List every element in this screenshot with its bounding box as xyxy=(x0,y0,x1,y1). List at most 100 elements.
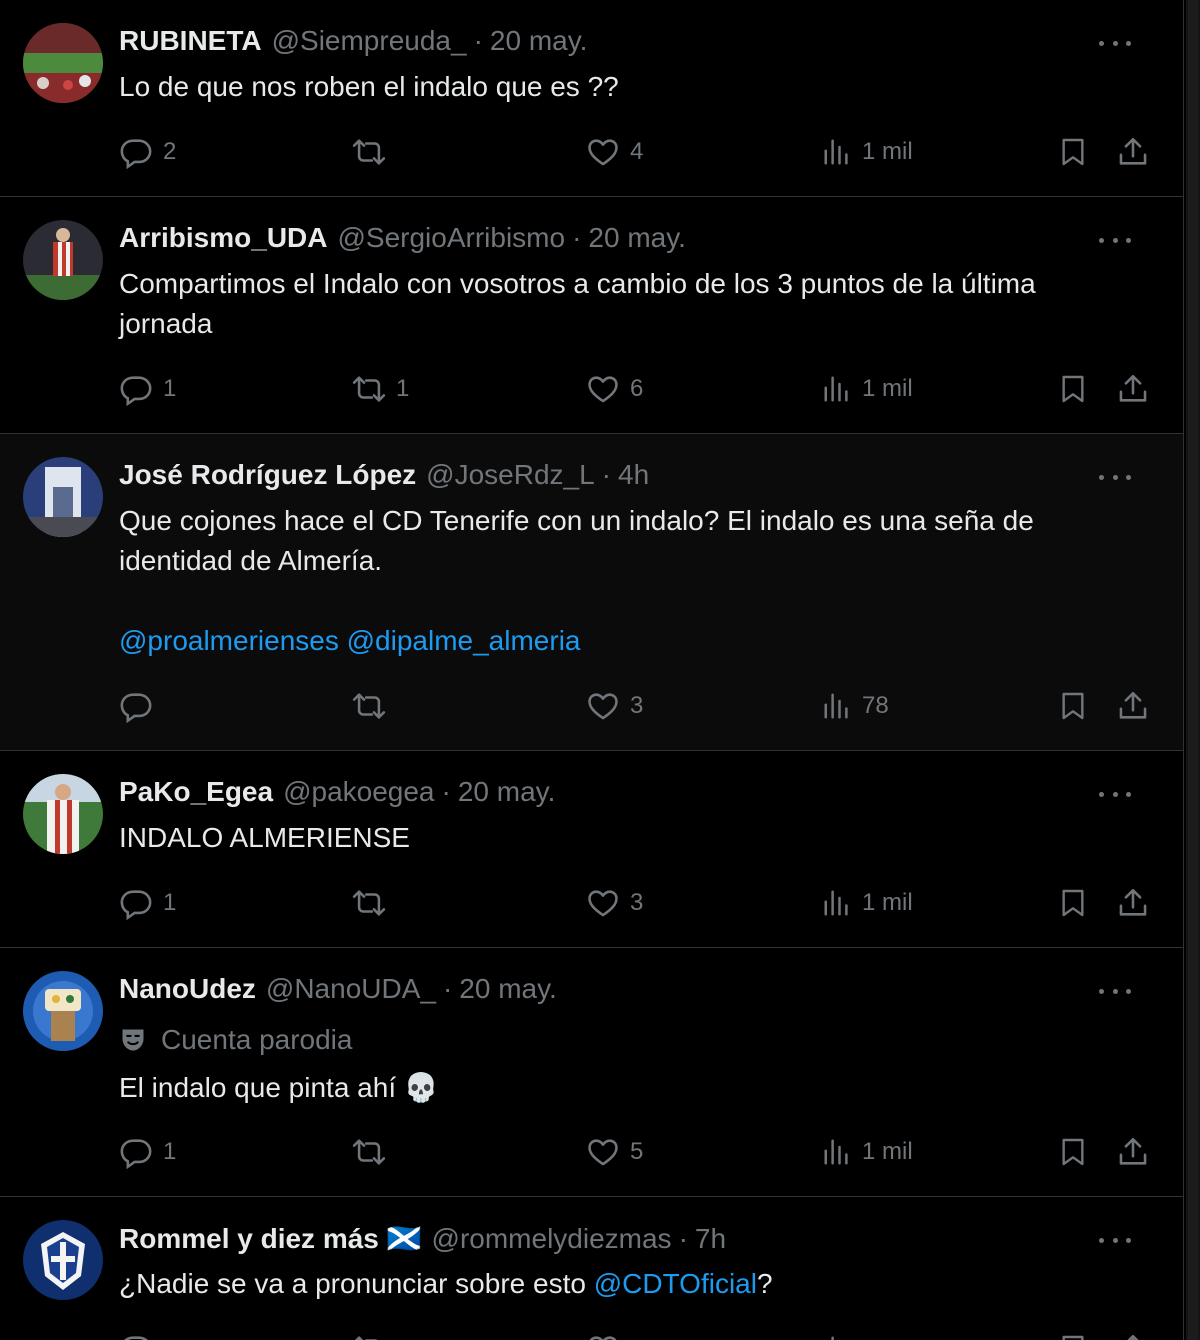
like-count: 3 xyxy=(630,889,644,916)
heart-icon xyxy=(588,139,618,166)
heart-icon xyxy=(588,890,618,917)
reply-button[interactable]: 2 xyxy=(119,132,176,172)
tweet-header: RUBINETA @Siempreuda_ · 20 may. xyxy=(119,25,1123,61)
tweet-item[interactable]: PaKo_Egea @pakoegea · 20 may. INDALO ALM… xyxy=(0,751,1183,948)
share-icon xyxy=(1119,888,1147,916)
author-handle[interactable]: @pakoegea xyxy=(283,776,434,808)
retweet-button[interactable] xyxy=(352,686,396,726)
like-button[interactable]: 6 xyxy=(586,369,643,409)
bookmark-icon xyxy=(1062,1335,1084,1340)
reply-count: 1 xyxy=(163,1138,177,1165)
scrollbar[interactable] xyxy=(1186,0,1200,1340)
share-button[interactable] xyxy=(1116,686,1150,726)
views-button[interactable]: 78 xyxy=(822,686,889,726)
author-name[interactable]: Arribismo_UDA xyxy=(119,222,327,254)
retweet-icon xyxy=(354,1336,378,1340)
timestamp[interactable]: 20 may. xyxy=(588,222,686,254)
tweet-item[interactable]: NanoUdez @NanoUDA_ · 20 may. Cuenta paro… xyxy=(0,948,1183,1197)
views-button[interactable]: 1 mil xyxy=(822,369,913,409)
retweet-button[interactable] xyxy=(352,1329,386,1340)
mention-link[interactable]: @proalmerienses xyxy=(119,625,339,656)
mention-link[interactable]: @dipalme_almeria xyxy=(347,625,581,656)
tweet-header: Rommel y diez más 🏴󠁧󠁢󠁳󠁣󠁴󠁿 @rommelydiezma… xyxy=(119,1222,1123,1258)
more-options-icon[interactable] xyxy=(1099,784,1131,804)
like-button[interactable]: 5 xyxy=(586,1132,643,1172)
author-handle[interactable]: @rommelydiezmas xyxy=(432,1223,672,1255)
author-name[interactable]: PaKo_Egea xyxy=(119,776,273,808)
views-button[interactable]: 1 mil xyxy=(822,132,913,172)
share-icon xyxy=(1119,691,1147,719)
reply-button[interactable]: 1 xyxy=(119,369,176,409)
tweet-text-part: ? xyxy=(756,1268,773,1299)
bookmark-button[interactable] xyxy=(1057,1132,1089,1172)
reply-button[interactable] xyxy=(119,686,163,726)
avatar[interactable] xyxy=(23,23,103,103)
tweet-text: Compartimos el Indalo con vosotros a cam… xyxy=(119,268,1036,339)
tweet-header: NanoUdez @NanoUDA_ · 20 may. xyxy=(119,973,1123,1009)
parody-label: Cuenta parodia xyxy=(119,1022,352,1058)
retweet-button[interactable]: 1 xyxy=(352,369,409,409)
views-button[interactable]: 1 mil xyxy=(822,1132,913,1172)
share-button[interactable] xyxy=(1116,132,1150,172)
reply-button[interactable]: 1 xyxy=(119,883,176,923)
views-button[interactable]: 1 mil xyxy=(822,883,913,923)
tweet-item[interactable]: José Rodríguez López @JoseRdz_L · 4h Que… xyxy=(0,434,1183,751)
share-button[interactable] xyxy=(1116,1329,1150,1340)
like-button[interactable] xyxy=(586,1329,620,1340)
reply-button[interactable] xyxy=(119,1329,153,1340)
retweet-icon xyxy=(352,376,386,402)
bookmark-button[interactable] xyxy=(1057,686,1089,726)
views-count: 1 mil xyxy=(862,889,913,916)
avatar[interactable] xyxy=(23,971,103,1051)
share-button[interactable] xyxy=(1116,1132,1150,1172)
avatar[interactable] xyxy=(23,220,103,300)
separator-dot: · xyxy=(678,1223,688,1254)
timestamp[interactable]: 4h xyxy=(618,459,649,491)
retweet-icon xyxy=(352,693,386,719)
author-handle[interactable]: @NanoUDA_ xyxy=(266,973,436,1005)
more-options-icon[interactable] xyxy=(1099,467,1131,487)
author-handle[interactable]: @JoseRdz_L xyxy=(426,459,595,491)
reply-button[interactable]: 1 xyxy=(119,1132,176,1172)
share-button[interactable] xyxy=(1116,369,1150,409)
views-count: 78 xyxy=(862,692,889,719)
author-handle[interactable]: @Siempreuda_ xyxy=(272,25,467,57)
timestamp[interactable]: 7h xyxy=(695,1223,726,1255)
retweet-button[interactable] xyxy=(352,1132,396,1172)
timestamp[interactable]: 20 may. xyxy=(490,25,588,57)
author-name[interactable]: RUBINETA xyxy=(119,25,262,57)
timestamp[interactable]: 20 may. xyxy=(458,776,556,808)
author-name[interactable]: Rommel y diez más 🏴󠁧󠁢󠁳󠁣󠁴󠁿 xyxy=(119,1222,422,1255)
scrollbar-thumb[interactable] xyxy=(1188,0,1198,1340)
author-name[interactable]: NanoUdez xyxy=(119,973,256,1005)
share-button[interactable] xyxy=(1116,883,1150,923)
like-button[interactable]: 4 xyxy=(586,132,643,172)
tweet-actions: 1 5 1 mil xyxy=(119,1132,1149,1172)
bookmark-button[interactable] xyxy=(1057,1329,1089,1340)
retweet-button[interactable] xyxy=(352,132,396,172)
more-options-icon[interactable] xyxy=(1099,230,1131,250)
avatar[interactable] xyxy=(23,774,103,854)
more-options-icon[interactable] xyxy=(1099,981,1131,1001)
more-options-icon[interactable] xyxy=(1099,33,1131,53)
retweet-button[interactable] xyxy=(352,883,396,923)
tweet-header: Arribismo_UDA @SergioArribismo · 20 may. xyxy=(119,222,1123,258)
bookmark-button[interactable] xyxy=(1057,883,1089,923)
more-options-icon[interactable] xyxy=(1099,1230,1131,1250)
like-button[interactable]: 3 xyxy=(586,686,643,726)
views-button[interactable] xyxy=(822,1329,852,1340)
mention-link[interactable]: @CDTOficial xyxy=(594,1268,757,1299)
bookmark-button[interactable] xyxy=(1057,132,1089,172)
views-icon xyxy=(824,376,848,402)
author-handle[interactable]: @SergioArribismo xyxy=(337,222,565,254)
avatar[interactable] xyxy=(23,457,103,537)
tweet-item[interactable]: Rommel y diez más 🏴󠁧󠁢󠁳󠁣󠁴󠁿 @rommelydiezma… xyxy=(0,1197,1183,1340)
tweet-item[interactable]: Arribismo_UDA @SergioArribismo · 20 may.… xyxy=(0,197,1183,434)
tweet-item[interactable]: RUBINETA @Siempreuda_ · 20 may. Lo de qu… xyxy=(0,0,1183,197)
reply-icon xyxy=(124,1336,148,1340)
like-button[interactable]: 3 xyxy=(586,883,643,923)
avatar[interactable] xyxy=(23,1220,103,1300)
timestamp[interactable]: 20 may. xyxy=(459,973,557,1005)
bookmark-button[interactable] xyxy=(1057,369,1089,409)
author-name[interactable]: José Rodríguez López xyxy=(119,459,416,491)
